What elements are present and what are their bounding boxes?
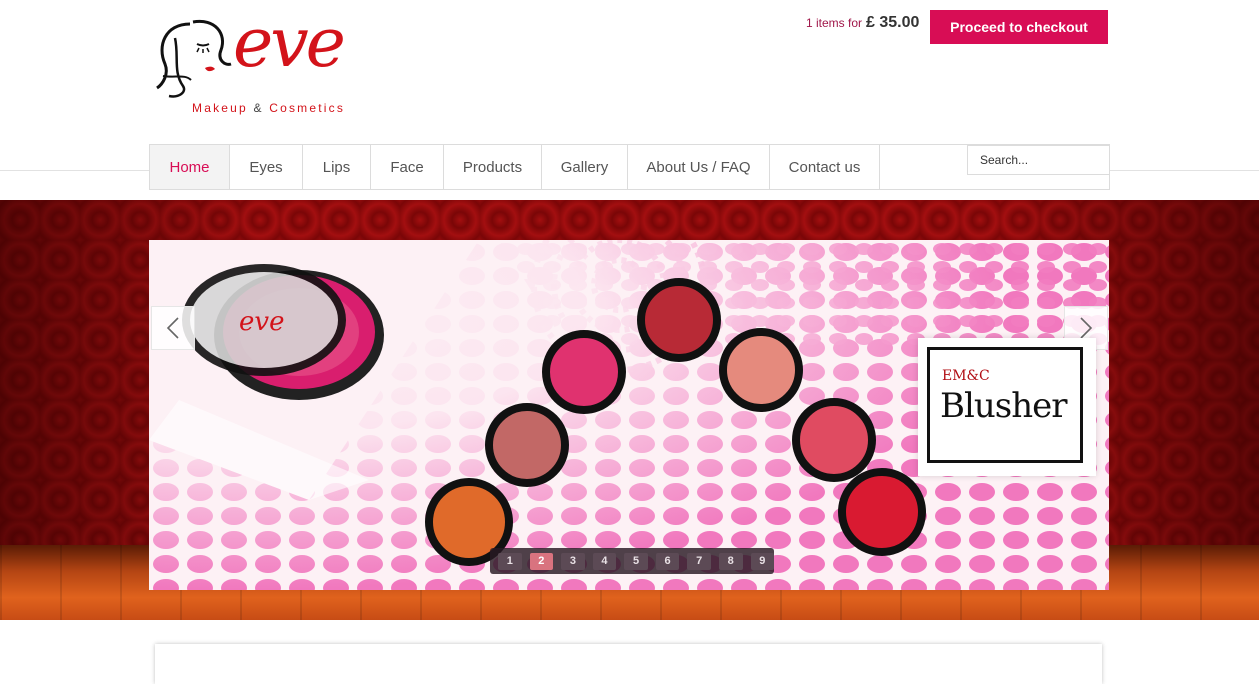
cart-item-count: 1 items for <box>806 16 863 30</box>
nav-item-contact[interactable]: Contact us <box>770 145 880 189</box>
slide-page-6[interactable]: 6 <box>655 552 680 570</box>
blusher-label-card: EM&C Blusher <box>918 338 1096 476</box>
chevron-right-icon <box>1080 317 1093 339</box>
nav-item-gallery[interactable]: Gallery <box>542 145 628 189</box>
blusher-title: Blusher <box>940 386 1067 426</box>
blusher-brand: EM&C <box>942 368 990 384</box>
nav-menu: Home Eyes Lips Face Products Gallery Abo… <box>150 145 880 189</box>
cart-summary[interactable]: 1 items for £ 35.00 <box>806 14 919 38</box>
logo-wordmark: eve <box>233 4 346 83</box>
cart-total: £ 35.00 <box>866 14 920 31</box>
slider-prev-button[interactable] <box>151 306 195 350</box>
nav-item-products[interactable]: Products <box>444 145 542 189</box>
nav-item-lips[interactable]: Lips <box>303 145 371 189</box>
slide-page-8[interactable]: 8 <box>718 552 743 570</box>
slide-page-1[interactable]: 1 <box>498 552 522 570</box>
slide-page-3[interactable]: 3 <box>561 552 585 570</box>
main-navigation: Home Eyes Lips Face Products Gallery Abo… <box>149 144 1110 190</box>
logo-tagline: Makeup & Cosmetics <box>192 101 346 115</box>
logo[interactable]: eve Makeup & Cosmetics <box>155 10 415 121</box>
search-input[interactable] <box>967 145 1110 175</box>
nav-item-home[interactable]: Home <box>150 145 230 189</box>
nav-item-face[interactable]: Face <box>371 145 444 189</box>
slide-page-2[interactable]: 2 <box>529 552 554 570</box>
slide-page-7[interactable]: 7 <box>687 552 711 570</box>
compact-lid-logo: eve <box>239 307 284 337</box>
chevron-left-icon <box>166 317 179 339</box>
slide-page-9[interactable]: 9 <box>750 552 775 570</box>
proceed-to-checkout-button[interactable]: Proceed to checkout <box>930 10 1108 44</box>
nav-item-eyes[interactable]: Eyes <box>230 145 303 189</box>
slide-page-4[interactable]: 4 <box>592 552 617 570</box>
slider-pagination: 1 2 3 4 5 6 7 8 9 <box>490 548 775 574</box>
slide-page-5[interactable]: 5 <box>624 552 648 570</box>
nav-item-about-faq[interactable]: About Us / FAQ <box>628 145 770 189</box>
content-panel <box>155 644 1102 684</box>
